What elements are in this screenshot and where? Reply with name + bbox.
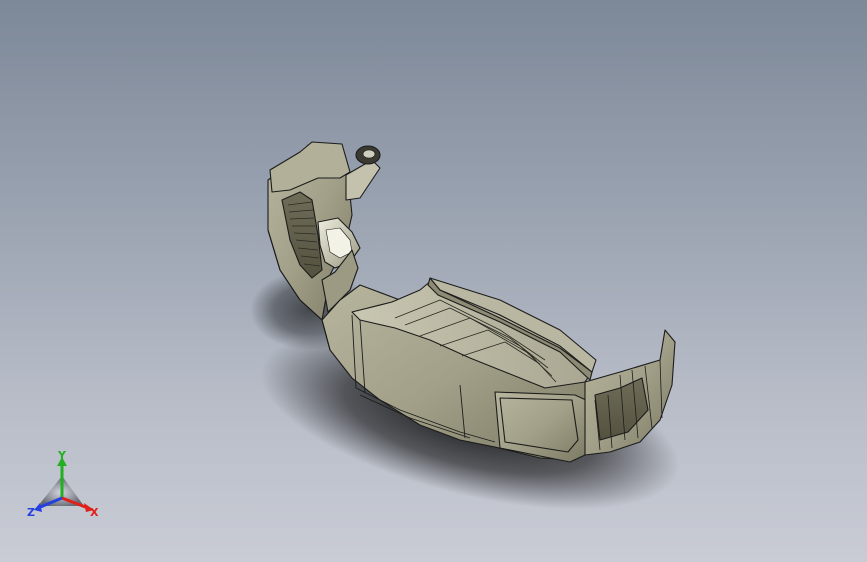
mount-bracket (345, 159, 381, 201)
bumper-model-svg[interactable] (0, 0, 867, 562)
x-axis-label: X (90, 506, 99, 519)
graphics-viewport[interactable]: Y X Z (0, 0, 867, 562)
reference-triad[interactable]: Y X Z (26, 448, 106, 523)
z-axis-label: Z (27, 506, 35, 519)
y-axis-label: Y (57, 449, 67, 462)
